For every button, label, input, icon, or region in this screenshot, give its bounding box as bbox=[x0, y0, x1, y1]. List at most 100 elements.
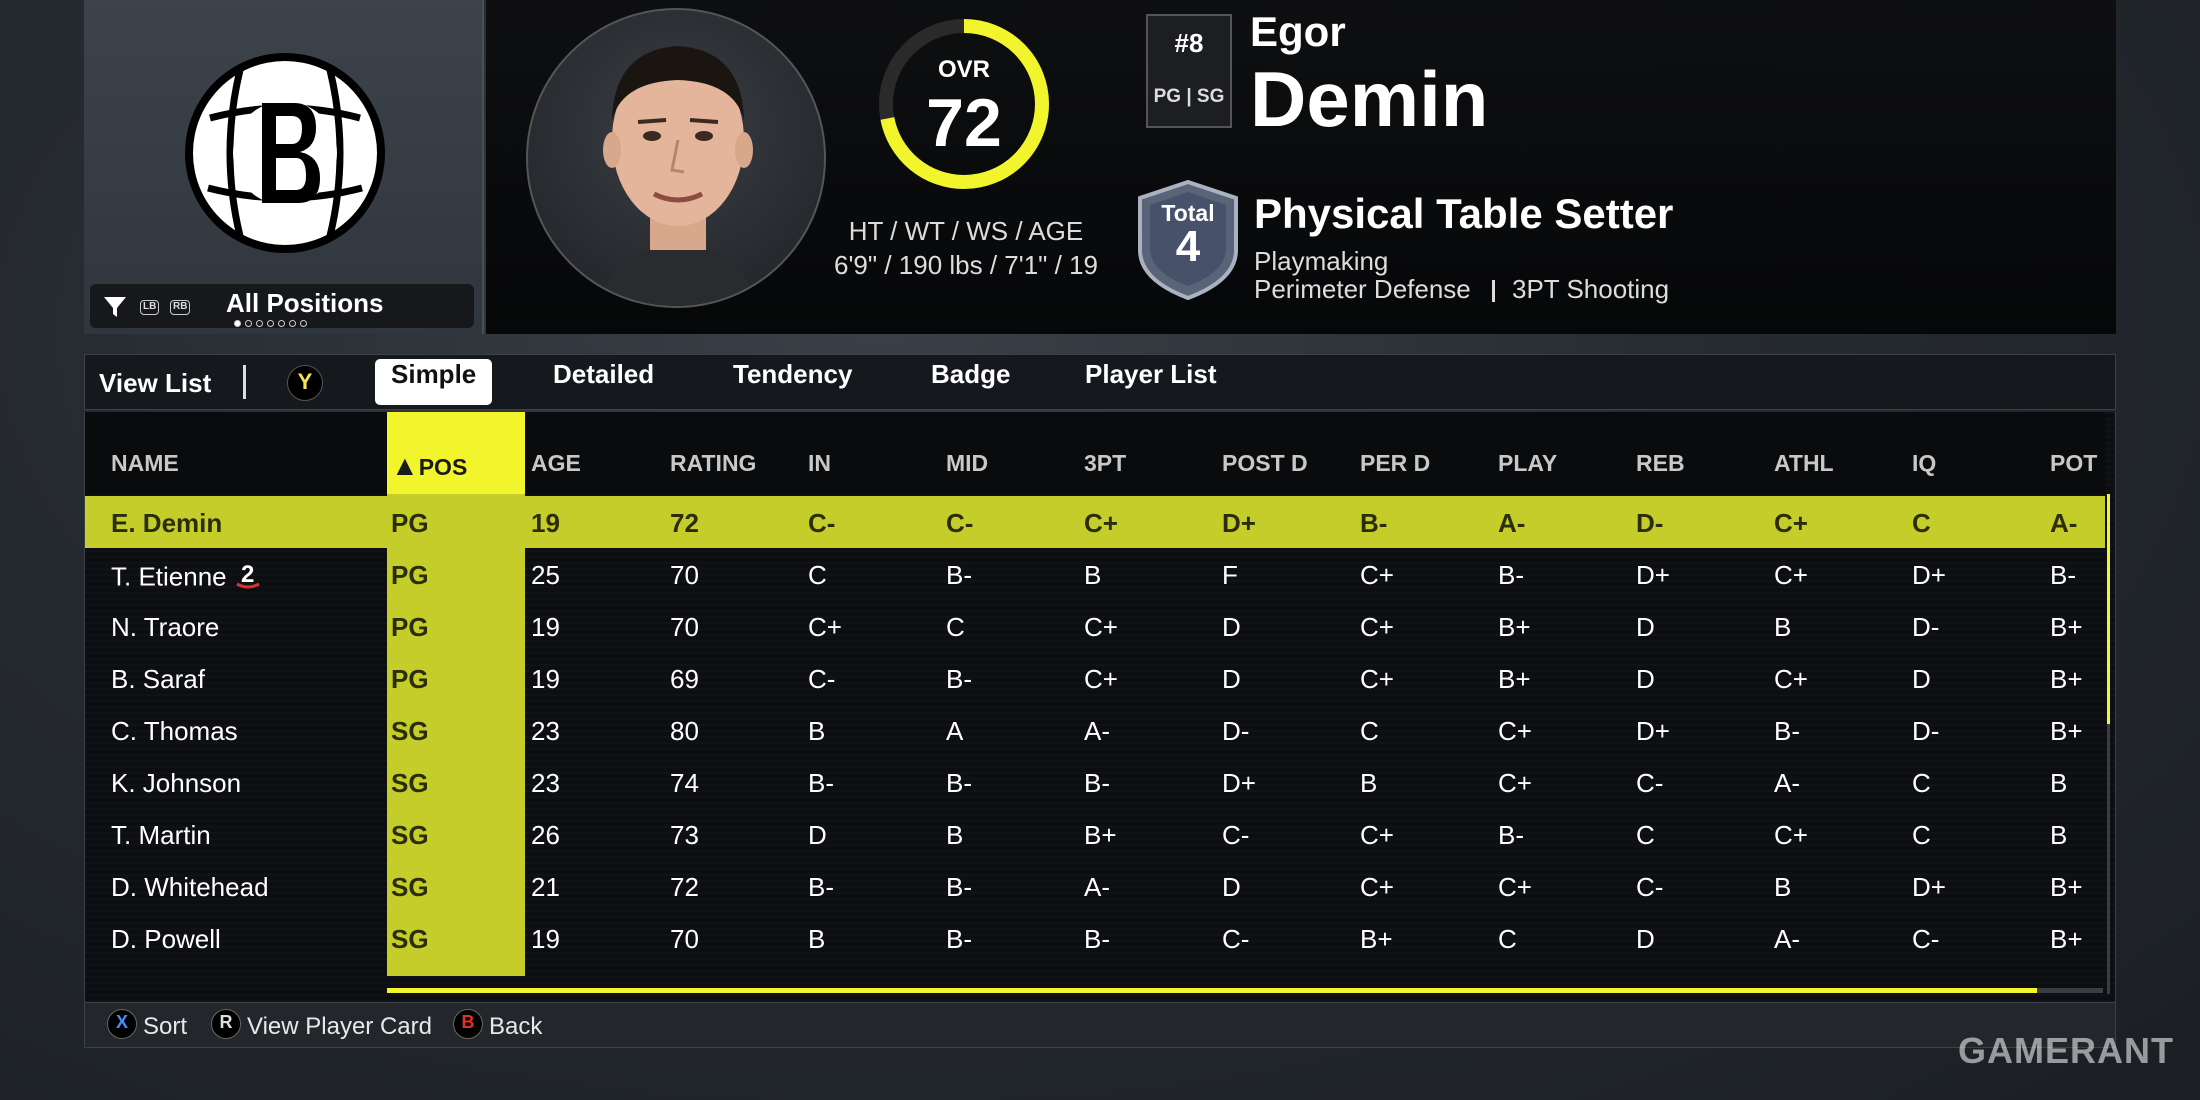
bio-label: HT / WT / WS / AGE bbox=[848, 216, 1084, 246]
view-list-label: View List bbox=[99, 368, 212, 398]
roster-table: E. Demin PG 19 72 C- C- C+ D+ B- A- D- C+ C A- T. Etie… bbox=[84, 412, 2116, 1002]
jersey-badge: #8 PG | SG bbox=[1146, 14, 1232, 128]
sort-action[interactable]: Sort bbox=[143, 1013, 187, 1041]
cell-text: B+ bbox=[2050, 716, 2083, 746]
cell-text: C+ bbox=[1498, 768, 1532, 798]
cell-text: 19 bbox=[531, 664, 560, 694]
cell-text: SG bbox=[391, 820, 429, 850]
position-filter[interactable]: LB RB All Positions bbox=[90, 284, 474, 328]
cell-reb: C- bbox=[1636, 872, 1663, 903]
column-header-per-d[interactable]: PER D bbox=[1360, 450, 1430, 477]
cell-text: SG bbox=[391, 872, 429, 902]
cell-text: B. Saraf bbox=[111, 664, 205, 694]
vertical-scroll-thumb[interactable] bbox=[2107, 494, 2110, 724]
button-legend: X Sort R View Player Card B Back bbox=[84, 1002, 2116, 1048]
cell-athl: C+ bbox=[1774, 820, 1808, 851]
cell-name: T. Etienne 2 bbox=[111, 560, 263, 597]
view-player-card-action[interactable]: View Player Card bbox=[247, 1013, 432, 1041]
cell-text: A- bbox=[1774, 924, 1800, 954]
column-header-pos[interactable]: ▲POS bbox=[391, 450, 467, 482]
cell-text: T. Etienne bbox=[111, 561, 227, 592]
cell-rating: 72 bbox=[670, 508, 699, 539]
cell-reb: C- bbox=[1636, 768, 1663, 799]
cell-text: 19 bbox=[531, 508, 560, 538]
cell-reb: C bbox=[1636, 820, 1655, 851]
cell-pos: SG bbox=[391, 768, 429, 799]
cell-post-d: D- bbox=[1222, 716, 1249, 747]
cell-text: C- bbox=[1636, 872, 1664, 902]
column-header-pot[interactable]: POT bbox=[2050, 450, 2097, 477]
table-row[interactable]: T. Martin SG 26 73 D B B+ C- C+ B- C C+ C B bbox=[85, 808, 2105, 860]
column-header-post-d[interactable]: POST D bbox=[1222, 450, 1308, 477]
tab-tendency[interactable]: Tendency bbox=[717, 359, 868, 405]
cell-iq: D- bbox=[1912, 612, 1939, 643]
table-row[interactable]: N. Traore PG 19 70 C+ C C+ D C+ B+ D B D- B+ bbox=[85, 600, 2105, 652]
cell-text: C bbox=[946, 612, 965, 642]
player-positions: PG | SG bbox=[1153, 86, 1225, 107]
cell-post-d: F bbox=[1222, 560, 1238, 591]
column-header-play[interactable]: PLAY bbox=[1498, 450, 1557, 477]
cell-pot: A- bbox=[2050, 508, 2077, 539]
cell-text: C- bbox=[808, 508, 836, 538]
cell-pos: PG bbox=[391, 612, 429, 643]
column-header-iq[interactable]: IQ bbox=[1912, 450, 1936, 477]
table-row[interactable]: D. Powell SG 19 70 B B- B- C- B+ C D A- C- B+ bbox=[85, 912, 2105, 964]
cell-text: C+ bbox=[1360, 560, 1394, 590]
table-row-selected[interactable]: E. Demin PG 19 72 C- C- C+ D+ B- A- D- C+ C A- bbox=[85, 496, 2105, 548]
cell-text: D bbox=[1222, 664, 1241, 694]
cell-text: D+ bbox=[1912, 872, 1946, 902]
cell-text: B- bbox=[2050, 560, 2076, 590]
cell-rating: 70 bbox=[670, 612, 699, 643]
cell-text: 25 bbox=[531, 560, 560, 590]
table-row[interactable]: T. Etienne 2 PG 25 70 C B- B F C+ B- D+ C+ D+ B- bbox=[85, 548, 2105, 600]
cell-iq: C- bbox=[1912, 924, 1939, 955]
horizontal-scroll-thumb[interactable] bbox=[387, 988, 2037, 993]
tab-player-list[interactable]: Player List bbox=[1069, 359, 1233, 405]
column-header-mid[interactable]: MID bbox=[946, 450, 988, 477]
cell-in: B bbox=[808, 924, 825, 955]
cell-text: B- bbox=[946, 560, 972, 590]
cell-athl: A- bbox=[1774, 768, 1800, 799]
column-header-age[interactable]: AGE bbox=[531, 450, 581, 477]
table-row[interactable]: B. Saraf PG 19 69 C- B- C+ D C+ B+ D C+ D B+ bbox=[85, 652, 2105, 704]
column-header-reb[interactable]: REB bbox=[1636, 450, 1685, 477]
cell-pot: B bbox=[2050, 768, 2067, 799]
cell-mid: B- bbox=[946, 924, 972, 955]
cell-3pt: C+ bbox=[1084, 508, 1118, 539]
column-header-name[interactable]: NAME bbox=[111, 450, 179, 477]
table-row[interactable]: K. Johnson SG 23 74 B- B- B- D+ B C+ C- A- C B bbox=[85, 756, 2105, 808]
cell-text: 72 bbox=[670, 508, 699, 538]
cell-per-d: C+ bbox=[1360, 664, 1394, 695]
cell-per-d: B- bbox=[1360, 508, 1387, 539]
cell-text: C+ bbox=[808, 612, 842, 642]
tab-simple[interactable]: Simple bbox=[375, 359, 493, 405]
lb-button-icon: LB bbox=[140, 300, 160, 315]
cell-athl: C+ bbox=[1774, 560, 1808, 591]
column-header-in[interactable]: IN bbox=[808, 450, 831, 477]
cell-per-d: C bbox=[1360, 716, 1379, 747]
cell-in: C+ bbox=[808, 612, 842, 643]
cell-text: A- bbox=[1774, 768, 1800, 798]
cell-mid: B- bbox=[946, 872, 972, 903]
cell-per-d: B bbox=[1360, 768, 1377, 799]
table-row-partial[interactable] bbox=[85, 964, 2105, 974]
cell-per-d: B+ bbox=[1360, 924, 1393, 955]
cell-in: B- bbox=[808, 872, 834, 903]
cell-reb: D bbox=[1636, 664, 1655, 695]
cell-pot: B+ bbox=[2050, 924, 2083, 955]
player-header: OVR 72 HT / WT / WS / AGE 6'9" / 190 lbs… bbox=[486, 0, 2116, 334]
cell-text: K. Johnson bbox=[111, 768, 242, 798]
table-row[interactable]: C. Thomas SG 23 80 B A A- D- C C+ D+ B- D- B+ bbox=[85, 704, 2105, 756]
column-header-rating[interactable]: RATING bbox=[670, 450, 756, 477]
column-header-athl[interactable]: ATHL bbox=[1774, 450, 1834, 477]
tab-detailed[interactable]: Detailed bbox=[537, 359, 670, 405]
tab-badge[interactable]: Badge bbox=[915, 359, 1026, 405]
jersey-number: #8 bbox=[1174, 28, 1204, 58]
column-header-3pt[interactable]: 3PT bbox=[1084, 450, 1126, 477]
cell-text: C bbox=[1360, 716, 1379, 746]
table-row[interactable]: D. Whitehead SG 21 72 B- B- A- D C+ C+ C- B D+ B+ bbox=[85, 860, 2105, 912]
cell-text: B+ bbox=[2050, 664, 2083, 694]
nets-logo bbox=[185, 53, 385, 253]
cell-text: D- bbox=[1912, 612, 1940, 642]
back-action[interactable]: Back bbox=[489, 1013, 542, 1041]
